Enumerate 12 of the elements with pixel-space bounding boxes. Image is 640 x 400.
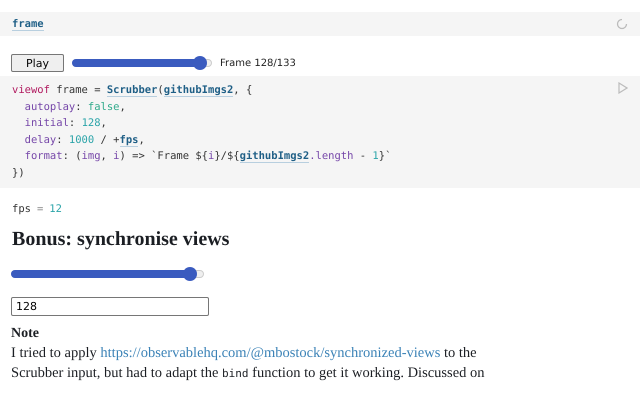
play-button[interactable]: Play — [11, 54, 64, 72]
note-title: Note — [11, 326, 40, 342]
slider-thumb[interactable] — [192, 56, 207, 70]
fps-output: fps = 12 — [11, 202, 63, 215]
loading-icon — [616, 18, 628, 30]
note-paragraph: I tried to apply https://observablehq.com/@mbostock/synchronized-views to the Scrubber input, but had to adapt the bind function to get it working. Discussed on — [11, 344, 486, 383]
link[interactable]: https://observablehq.com/@mbostock/synchronized-views — [100, 344, 440, 361]
value-input[interactable]: 128 — [11, 296, 209, 316]
section-heading: Bonus: synchronise views — [12, 228, 230, 251]
slider-thumb[interactable] — [182, 266, 197, 281]
frame-label: Frame 128/133 — [220, 58, 296, 68]
cell-name: frame — [12, 18, 44, 30]
